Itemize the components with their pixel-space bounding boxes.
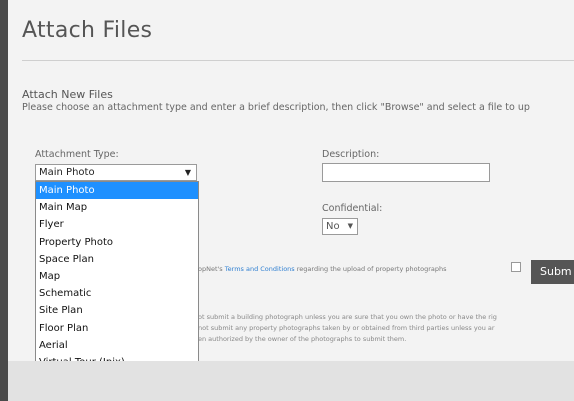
attach-files-panel: Attach Files Attach New Files Please cho… xyxy=(8,0,574,401)
dropdown-option[interactable]: Property Photo xyxy=(36,234,198,251)
page-title: Attach Files xyxy=(22,18,153,43)
dropdown-option[interactable]: Main Photo xyxy=(36,182,198,200)
title-divider xyxy=(22,60,574,61)
description-input[interactable] xyxy=(322,163,490,182)
dropdown-option[interactable]: Schematic xyxy=(36,285,198,302)
description-label: Description: xyxy=(322,149,380,160)
terms-agreement-text: opNet's Terms and Conditions regarding t… xyxy=(198,265,447,273)
caret-down-icon: ▼ xyxy=(184,168,191,177)
confidential-select[interactable]: No ▼ xyxy=(322,218,358,235)
section-title: Attach New Files xyxy=(22,88,113,101)
note-line: en authorized by the owner of the photog… xyxy=(198,335,407,343)
footer-band xyxy=(8,361,574,401)
note-line: ot submit a building photograph unless y… xyxy=(198,313,497,321)
section-description: Please choose an attachment type and ent… xyxy=(22,102,530,113)
terms-suffix: regarding the upload of property photogr… xyxy=(294,265,447,273)
terms-checkbox[interactable] xyxy=(511,262,521,272)
dropdown-option[interactable]: Main Map xyxy=(36,199,198,216)
dropdown-option[interactable]: Site Plan xyxy=(36,302,198,319)
terms-link[interactable]: Terms and Conditions xyxy=(225,265,295,273)
attachment-type-value: Main Photo xyxy=(39,167,95,178)
attachment-type-select[interactable]: Main Photo ▼ xyxy=(35,164,197,181)
dropdown-option[interactable]: Aerial xyxy=(36,337,198,354)
note-line: not submit any property photographs take… xyxy=(198,324,495,332)
dropdown-option[interactable]: Map xyxy=(36,268,198,285)
confidential-label: Confidential: xyxy=(322,203,383,214)
dropdown-option[interactable]: Floor Plan xyxy=(36,320,198,337)
dropdown-option[interactable]: Flyer xyxy=(36,216,198,233)
dropdown-option[interactable]: Space Plan xyxy=(36,251,198,268)
upload-notes: ot submit a building photograph unless y… xyxy=(198,312,497,345)
terms-prefix: opNet's xyxy=(198,265,225,273)
attachment-type-label: Attachment Type: xyxy=(35,149,119,160)
caret-down-icon: ▼ xyxy=(347,222,353,230)
submit-button[interactable]: Subm xyxy=(531,260,574,284)
confidential-value: No xyxy=(326,221,340,232)
